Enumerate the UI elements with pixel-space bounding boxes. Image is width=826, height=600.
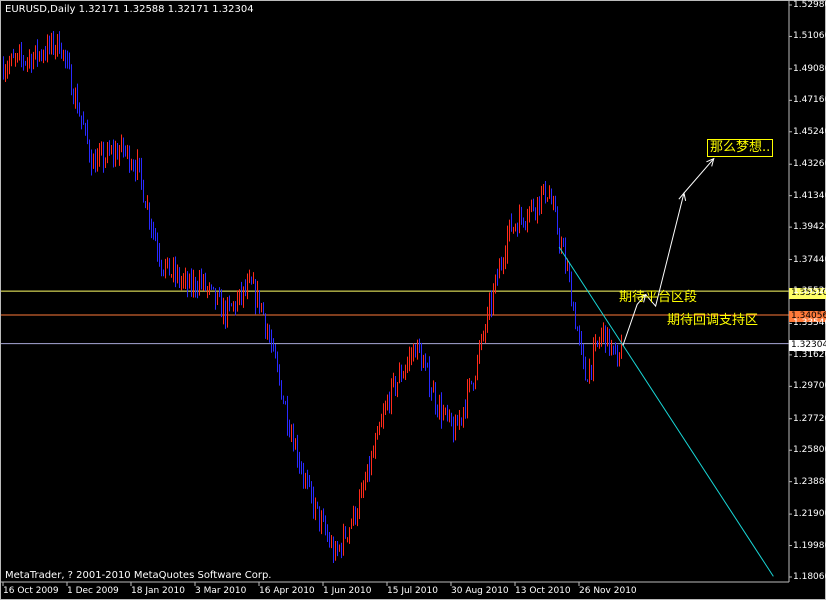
time-tick-label: 1 Jun 2010 (323, 586, 372, 596)
price-tick-label: 1.41340 (793, 190, 826, 201)
annotation-consolidation[interactable]: 期待平台区段 (619, 286, 697, 305)
time-tick-label: 30 Aug 2010 (451, 586, 509, 596)
price-tick-label: 1.19980 (793, 540, 826, 551)
price-tick-label: 1.49080 (793, 63, 826, 74)
chart-header: EURUSD,Daily 1.32171 1.32588 1.32171 1.3… (5, 4, 254, 15)
price-tick-label: 1.39420 (793, 222, 826, 233)
time-tick-label: 16 Apr 2010 (259, 586, 315, 596)
copyright-notice: MetaTrader, ? 2001-2010 MetaQuotes Softw… (5, 570, 272, 581)
annotation-dream[interactable]: 那么梦想.. (707, 139, 774, 157)
price-tick-label: 1.18060 (793, 572, 826, 582)
price-tick-label: 1.37440 (793, 254, 826, 265)
price-tick-label: 1.21900 (793, 509, 826, 520)
time-tick-label: 3 Mar 2010 (195, 586, 247, 596)
price-tick-label: 1.27720 (793, 413, 826, 424)
price-tick-label: 1.52980 (793, 0, 826, 10)
time-tick-label: 1 Dec 2009 (67, 586, 119, 596)
price-tick-label: 1.33540 (793, 318, 826, 329)
price-tick-label: 1.43260 (793, 159, 826, 170)
price-tick-label: 1.29700 (793, 381, 826, 392)
low-price: 1.32171 (167, 4, 210, 15)
time-tick-label: 15 Jul 2010 (387, 586, 438, 596)
time-tick-label: 18 Jan 2010 (131, 586, 185, 596)
time-tick-label: 26 Nov 2010 (579, 586, 637, 596)
price-tick-label: 1.31620 (793, 349, 826, 360)
close-price: 1.32304 (212, 4, 254, 15)
annotation-pullback[interactable]: 期待回调支持区 (667, 309, 758, 328)
open-price: 1.32171 (78, 4, 120, 15)
price-tick-label: 1.45240 (793, 126, 826, 137)
symbol-timeframe: EURUSD,Daily (5, 4, 76, 15)
price-tick-label: 1.51060 (793, 31, 826, 42)
time-tick-label: 13 Oct 2010 (515, 586, 571, 596)
time-tick-label: 16 Oct 2009 (3, 586, 59, 596)
price-tick-label: 1.35520 (793, 286, 826, 296)
price-tick-label: 1.47160 (793, 95, 826, 106)
price-chart[interactable] (0, 0, 826, 600)
chart-frame (0, 0, 826, 600)
price-tick-label: 1.25800 (793, 445, 826, 456)
high-price: 1.32588 (123, 4, 165, 15)
price-tick-label: 1.23880 (793, 476, 826, 487)
